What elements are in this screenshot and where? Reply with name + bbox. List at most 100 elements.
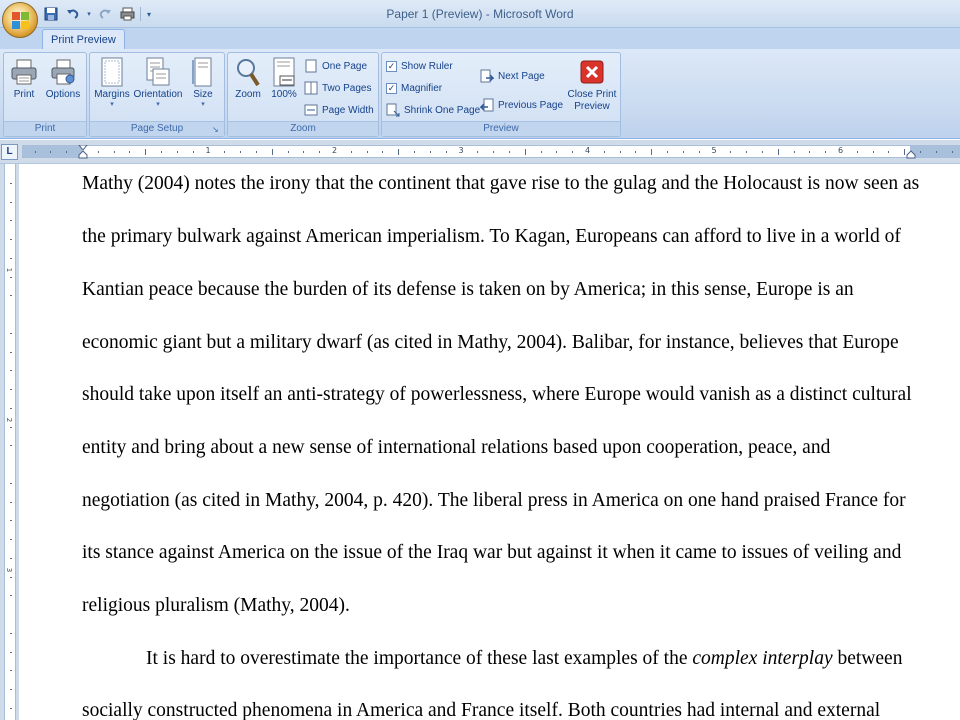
- page-width-button[interactable]: Page Width: [304, 100, 374, 120]
- vertical-ruler[interactable]: 1 2 3: [4, 164, 16, 720]
- ruler-tick: [429, 151, 431, 153]
- page-width-icon: [304, 103, 318, 117]
- options-button[interactable]: Options: [44, 55, 82, 101]
- tab-print-preview[interactable]: Print Preview: [42, 29, 125, 51]
- show-ruler-check-icon: ✓: [386, 60, 397, 72]
- ruler-tick: [10, 295, 12, 297]
- ruler-tick: [809, 151, 811, 153]
- ruler-tick: [10, 520, 12, 522]
- ruler-tick: [904, 149, 906, 155]
- print-group-label: Print: [4, 121, 86, 136]
- ruler-tick: [382, 151, 384, 153]
- ruler-tick: [10, 407, 12, 409]
- right-indent-marker-icon[interactable]: [906, 145, 916, 159]
- orientation-dropdown-icon: ▾: [156, 101, 160, 108]
- ruler-number: 5: [711, 146, 717, 155]
- one-page-label: One Page: [322, 60, 368, 72]
- margins-button[interactable]: Margins ▾: [92, 55, 132, 109]
- ruler-tick: [224, 151, 226, 153]
- ruler-tick: [524, 149, 526, 155]
- title-bar: ▾ ▾ Paper 1 (Preview) - Microsoft Word: [0, 0, 960, 38]
- ruler-tick: [398, 149, 400, 155]
- ruler-tick: [856, 151, 858, 153]
- printer-icon: [8, 55, 40, 89]
- previous-page-button[interactable]: Previous Page: [480, 95, 563, 115]
- ribbon-tab-strip: Print Preview: [0, 28, 960, 51]
- margins-label: Margins: [94, 89, 130, 100]
- ruler-tick: [445, 151, 447, 153]
- ruler-tick: [10, 220, 12, 222]
- page-setup-dialog-launcher-icon[interactable]: ↘: [212, 125, 221, 134]
- close-print-label-line1: Close Print: [567, 89, 617, 100]
- text-line: economic giant but a military dwarf (as …: [82, 332, 899, 353]
- previous-page-icon: [480, 98, 494, 112]
- zoom-100-button[interactable]: 100%: [268, 55, 300, 101]
- next-page-icon: [480, 69, 494, 83]
- ruler-tick: [10, 557, 12, 559]
- left-indent-marker-icon[interactable]: [78, 145, 88, 159]
- ruler-tick: [271, 149, 273, 155]
- size-button[interactable]: Size ▾: [188, 55, 218, 109]
- ribbon: Print Options Print Margins ▾ Orientatio…: [0, 49, 960, 139]
- ruler-tick: [508, 151, 510, 153]
- ruler-tick: [10, 670, 12, 672]
- ruler-tick: [493, 151, 495, 153]
- ruler-tick: [935, 151, 937, 153]
- magnifier-checkbox[interactable]: ✓ Magnifier: [386, 78, 442, 98]
- size-label: Size: [193, 89, 213, 100]
- document-page[interactable]: Mathy (2004) notes the irony that the co…: [20, 164, 960, 720]
- ruler-tick: [730, 151, 732, 153]
- size-dropdown-icon: ▾: [201, 101, 205, 108]
- ruler-tick: [10, 370, 12, 372]
- ruler-tick: [872, 151, 874, 153]
- ruler-tick: [10, 201, 12, 203]
- window-title: Paper 1 (Preview) - Microsoft Word: [386, 7, 574, 21]
- page-setup-group-label: Page Setup: [90, 121, 224, 136]
- zoom-button[interactable]: Zoom: [232, 55, 264, 101]
- size-icon: [187, 55, 219, 89]
- shrink-one-page-button[interactable]: Shrink One Page: [386, 100, 480, 120]
- ruler-number: 1: [205, 146, 211, 155]
- tab-selector[interactable]: L: [1, 144, 18, 160]
- one-page-icon: [304, 59, 318, 73]
- ruler-tick: [651, 149, 653, 155]
- orientation-icon: [142, 55, 174, 89]
- ruler-tick: [10, 576, 12, 578]
- ruler-tick: [10, 351, 12, 353]
- close-print-preview-button[interactable]: Close Print Preview: [566, 55, 618, 113]
- one-page-button[interactable]: One Page: [304, 56, 367, 76]
- print-label: Print: [13, 89, 35, 100]
- ruler-tick: [777, 149, 779, 155]
- ruler-tick: [10, 482, 12, 484]
- close-icon: [576, 55, 608, 89]
- magnifier-check-icon: ✓: [386, 82, 397, 94]
- zoom-group: Zoom 100% One Page Two Pages Page Width …: [227, 52, 379, 137]
- ruler-tick: [10, 689, 12, 690]
- ruler-tick: [10, 182, 12, 184]
- left-margin-area: [22, 146, 82, 157]
- shrink-one-page-icon: [386, 103, 400, 117]
- show-ruler-checkbox[interactable]: ✓ Show Ruler: [386, 56, 453, 76]
- ruler-tick: [10, 595, 12, 597]
- ruler-tick: [50, 151, 52, 153]
- horizontal-ruler[interactable]: 1 2 3 4 5 6: [22, 145, 960, 159]
- print-button[interactable]: Print: [8, 55, 40, 101]
- options-label: Options: [45, 89, 81, 100]
- text-line: negotiation (as cited in Mathy, 2004, p.…: [82, 490, 906, 511]
- previous-page-label: Previous Page: [498, 99, 564, 111]
- ruler-tick: [145, 149, 147, 155]
- ruler-tick: [255, 151, 257, 153]
- ruler-bar: L 1 2 3 4 5 6: [0, 140, 960, 164]
- ruler-number: 2: [5, 417, 14, 423]
- italic-text-run: complex interplay: [692, 648, 833, 669]
- ruler-tick: [682, 151, 684, 153]
- ruler-tick: [540, 151, 542, 153]
- orientation-button[interactable]: Orientation ▾: [132, 55, 184, 109]
- ruler-tick: [192, 151, 194, 153]
- ruler-tick: [635, 151, 637, 153]
- page-setup-group: Margins ▾ Orientation ▾ Size ▾ Page Setu…: [89, 52, 225, 137]
- next-page-button[interactable]: Next Page: [480, 66, 545, 86]
- two-pages-button[interactable]: Two Pages: [304, 78, 371, 98]
- ruler-tick: [793, 151, 795, 153]
- office-button[interactable]: [2, 2, 38, 38]
